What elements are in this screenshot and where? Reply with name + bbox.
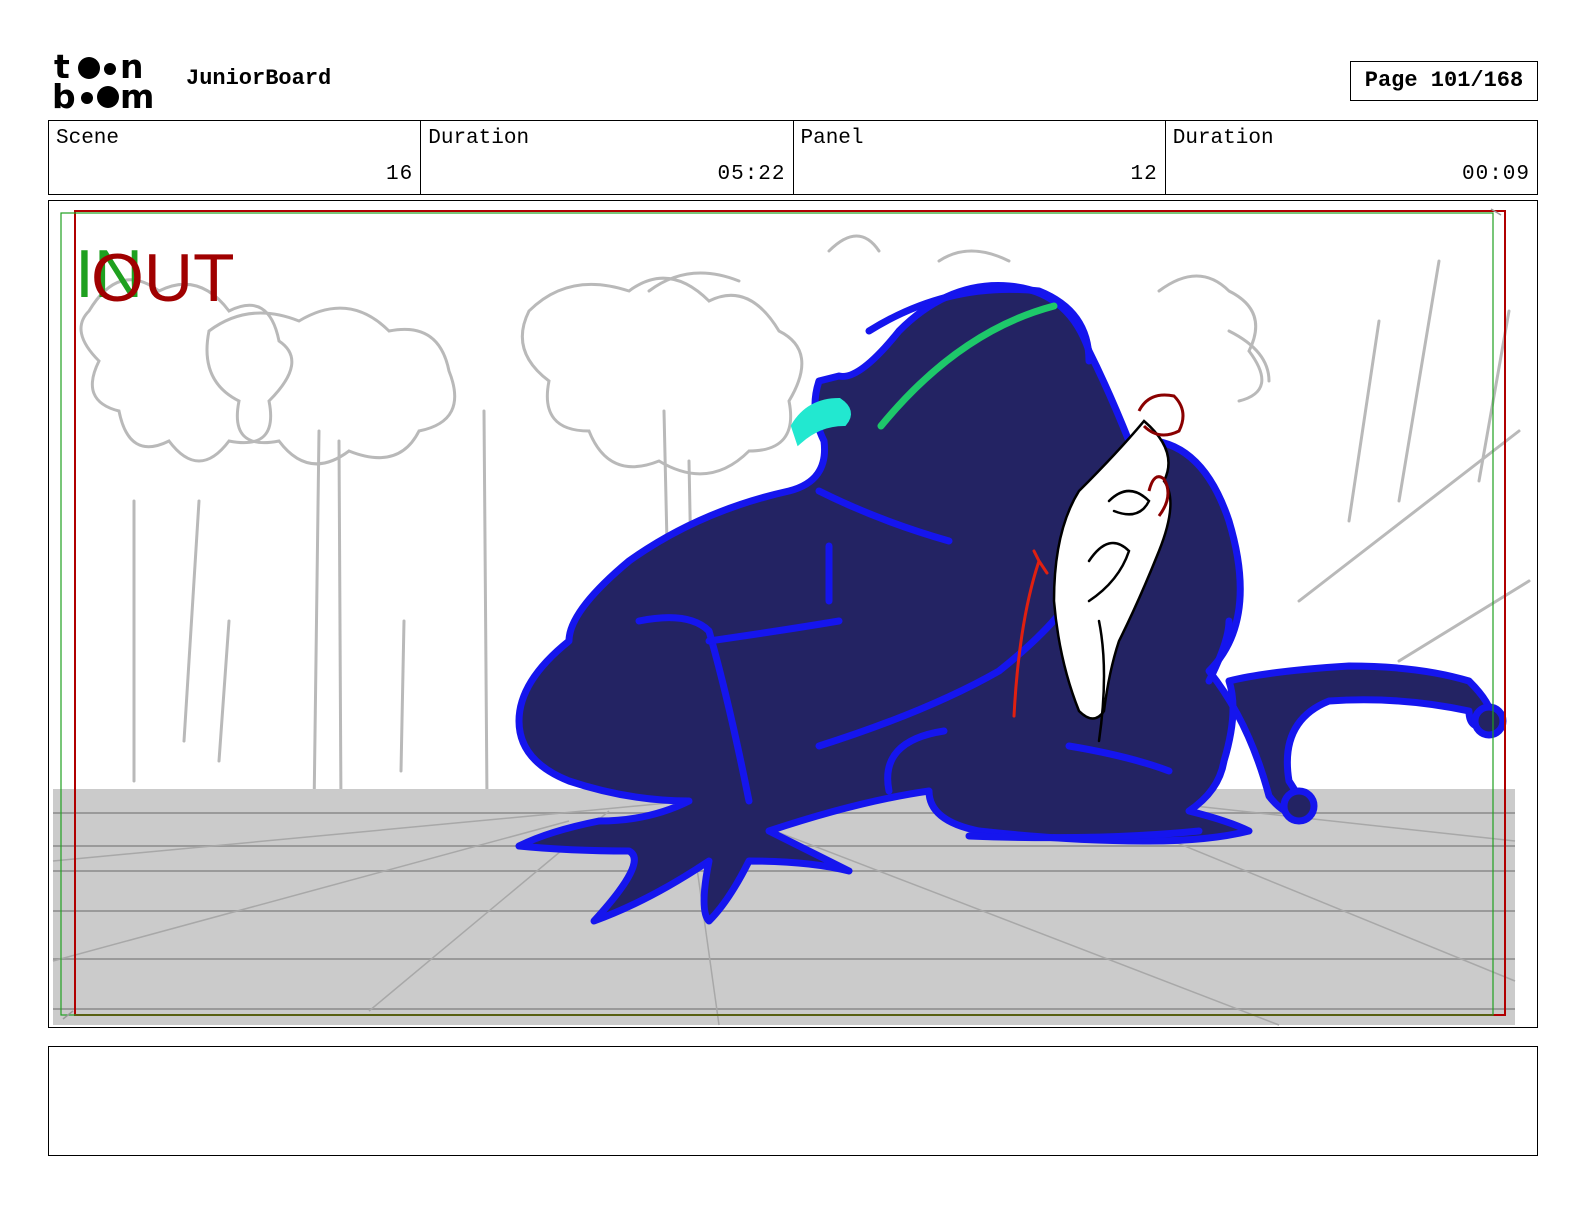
storyboard-frame: IN OUT <box>48 200 1538 1028</box>
panel-duration-label: Duration <box>1172 127 1274 150</box>
toon-boom-logo: t n b m <box>52 50 154 112</box>
scene-label: Scene <box>56 127 120 150</box>
scene-cell: Scene 16 <box>49 121 422 194</box>
panel-notes <box>48 1046 1538 1156</box>
panel-cell: Panel 12 <box>794 121 1166 194</box>
panel-drawing: IN OUT <box>52 208 1531 1026</box>
page-indicator: Page 101/168 <box>1350 61 1538 101</box>
scene-duration-cell: Duration 05:22 <box>421 121 794 194</box>
scene-duration-label: Duration <box>428 127 530 150</box>
scene-value: 16 <box>386 163 414 186</box>
panel-value: 12 <box>1130 163 1158 186</box>
panel-duration-value: 00:09 <box>1461 163 1530 186</box>
scene-duration-value: 05:22 <box>717 163 786 186</box>
out-marker: OUT <box>91 240 235 316</box>
app-title: JuniorBoard <box>186 66 332 91</box>
header: t n b m JuniorBoard Page 101/168 <box>0 0 1584 118</box>
svg-text:b: b <box>52 77 76 112</box>
svg-text:m: m <box>120 77 154 112</box>
panel-info-table: Scene 16 Duration 05:22 Panel 12 Duratio… <box>48 120 1538 195</box>
panel-label: Panel <box>800 127 864 150</box>
panel-duration-cell: Duration 00:09 <box>1166 121 1537 194</box>
